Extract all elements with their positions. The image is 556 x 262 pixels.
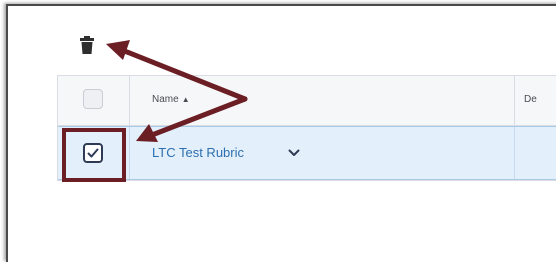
arrow-to-delete-icon <box>106 40 248 102</box>
arrow-to-checkbox <box>136 96 248 142</box>
annotation-arrows <box>106 40 248 142</box>
